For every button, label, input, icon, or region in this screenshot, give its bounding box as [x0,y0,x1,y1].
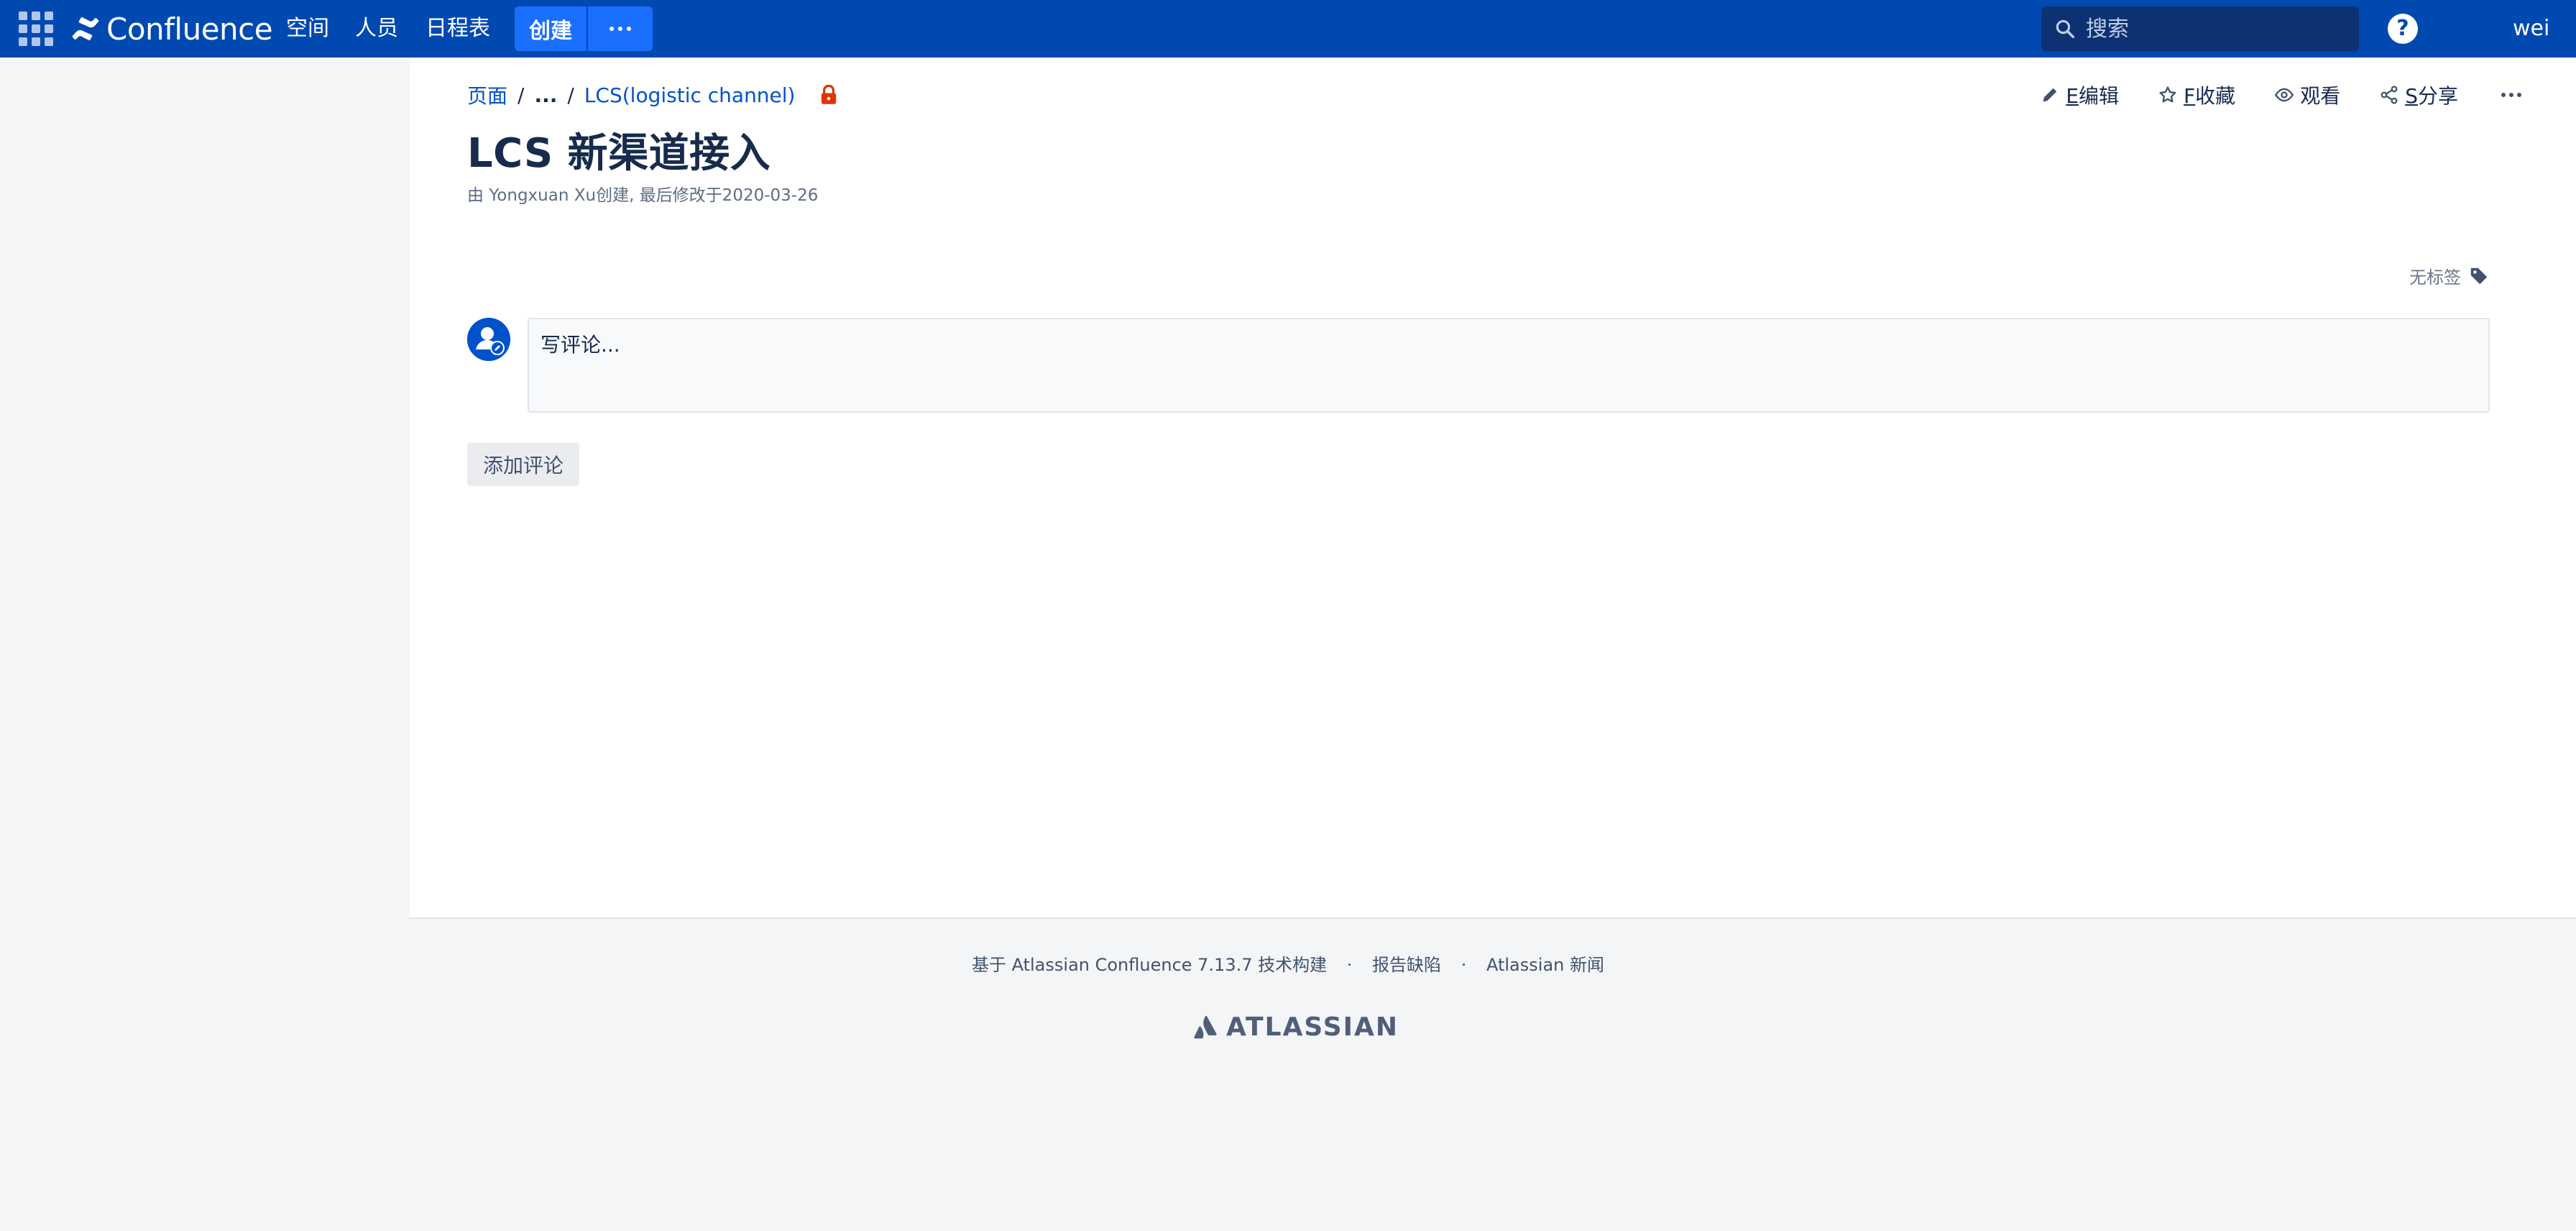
breadcrumb-root[interactable]: 页面 [467,81,507,109]
add-comment-button[interactable]: 添加评论 [467,443,579,486]
pencil-icon [2043,88,2057,102]
confluence-logo-icon [72,17,99,41]
breadcrumb-ellipsis[interactable]: ... [534,83,557,107]
page-actions: E编辑 F收藏 观看 S分享 [2040,78,2526,112]
app-switcher-icon[interactable] [19,12,56,46]
create-button[interactable]: 创建 [515,6,586,51]
sidebar [0,58,410,1231]
footer-links: 基于 Atlassian Confluence 7.13.7 技术构建 · 报告… [0,951,2576,976]
nav-link-people[interactable]: 人员 [355,14,398,43]
share-label: S分享 [2405,84,2458,108]
atlassian-wordmark: ATLASSIAN [1226,1012,1399,1042]
user-avatar [467,318,510,361]
confluence-logo[interactable]: Confluence [72,10,273,47]
footer-separator: · [1460,955,1467,975]
search-box[interactable] [2041,6,2359,51]
nav-link-calendar[interactable]: 日程表 [426,14,490,43]
atlassian-logo-icon [1194,1015,1217,1039]
lock-icon[interactable] [819,85,838,105]
author-link[interactable]: Yongxuan Xu [489,186,596,205]
search-input[interactable] [2086,16,2345,42]
eye-icon [2275,88,2294,102]
help-icon[interactable]: ? [2388,14,2418,44]
watch-button[interactable]: 观看 [2274,81,2340,109]
comment-input[interactable]: 写评论... [528,318,2490,413]
footer-powered-by[interactable]: 基于 Atlassian Confluence 7.13.7 技术构建 [972,955,1327,975]
breadcrumb-separator: / [518,83,525,107]
share-icon [2380,86,2398,104]
footer-news[interactable]: Atlassian 新闻 [1486,955,1604,975]
labels-area: 无标签 [2409,263,2490,288]
share-button[interactable]: S分享 [2379,81,2458,109]
breadcrumb: 页面 / ... / LCS(logistic channel) [467,79,838,111]
breadcrumb-separator: / [567,83,574,107]
footer-report-bug[interactable]: 报告缺陷 [1372,955,1441,975]
nav-link-spaces[interactable]: 空间 [286,14,329,43]
page-title: LCS 新渠道接入 [467,130,771,177]
footer-separator: · [1346,955,1353,975]
more-actions-icon[interactable] [2497,93,2526,97]
user-menu[interactable]: wei [2513,14,2549,43]
main-content: 页面 / ... / LCS(logistic channel) E编辑 F收藏 [410,58,2576,919]
logo-text: Confluence [106,11,273,47]
page-metadata: 由 Yongxuan Xu创建, 最后修改于2020-03-26 [467,186,819,205]
favorite-label: F收藏 [2184,84,2236,108]
edit-button[interactable]: E编辑 [2040,81,2119,109]
top-navigation-bar: Confluence 空间 人员 日程表 创建 ? wei [0,0,2576,58]
edit-label: E编辑 [2066,84,2120,108]
atlassian-logo[interactable]: ATLASSIAN [1193,1011,1399,1043]
favorite-button[interactable]: F收藏 [2158,81,2235,109]
avatar-person-icon [467,318,510,361]
no-labels-text: 无标签 [2409,267,2461,288]
watch-label: 观看 [2300,84,2341,108]
breadcrumb-parent[interactable]: LCS(logistic channel) [584,83,796,107]
tag-icon[interactable] [2468,265,2490,287]
more-dots-icon [610,27,614,31]
create-more-button[interactable] [588,6,653,51]
search-icon [2056,19,2074,38]
star-icon [2159,86,2176,103]
